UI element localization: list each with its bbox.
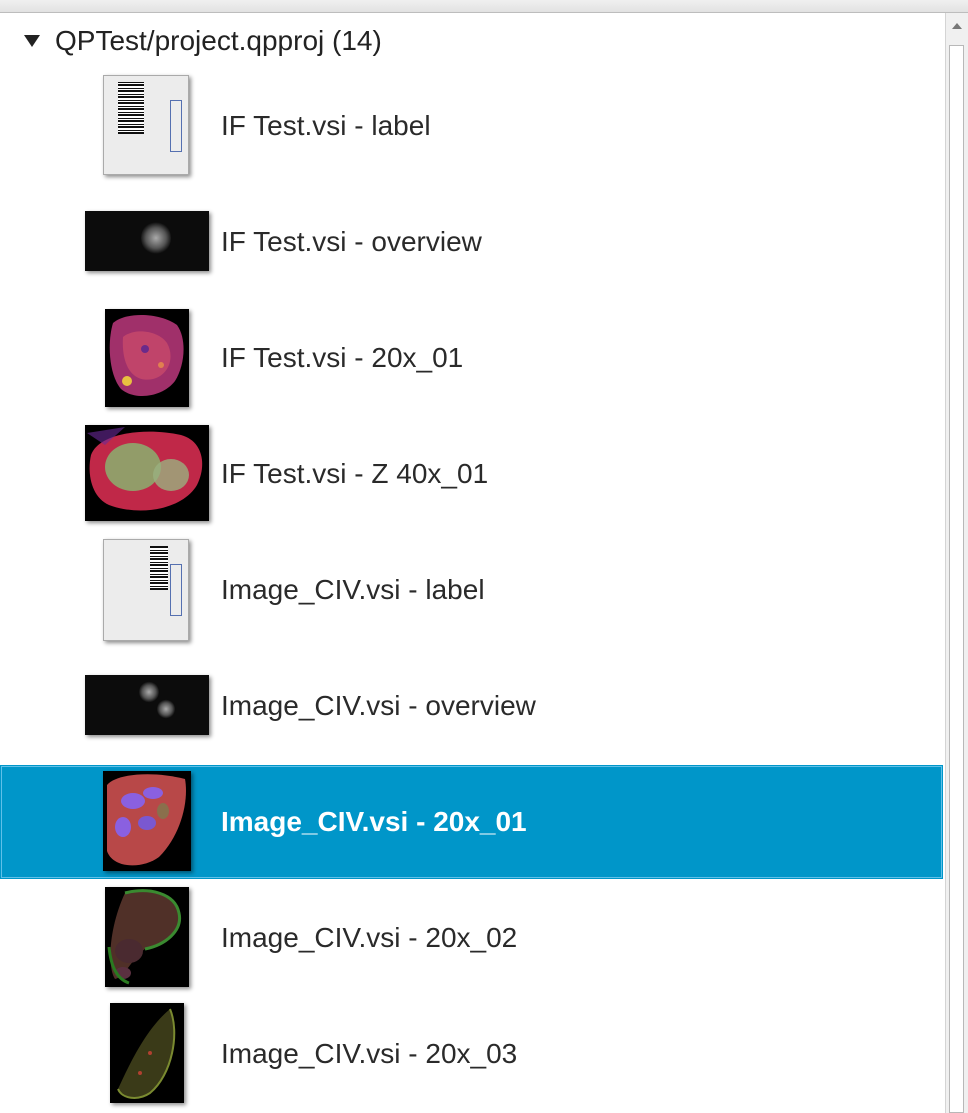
image-entry-label: Image_CIV.vsi - overview <box>221 690 536 721</box>
tree-root-row[interactable]: QPTest/project.qpproj (14) <box>0 13 945 71</box>
image-entry-label: IF Test.vsi - 20x_01 <box>221 342 464 373</box>
thumbnail <box>84 881 214 995</box>
thumbnail <box>84 533 214 647</box>
tissue-spot <box>141 221 171 255</box>
lot-stamp <box>170 100 182 152</box>
thumbnail <box>84 649 214 763</box>
image-entry-label: Image_CIV.vsi - 20x_03 <box>221 1038 518 1069</box>
thumbnail <box>84 997 214 1111</box>
overview-thumbnail <box>85 675 209 735</box>
barcode-icon <box>118 82 144 134</box>
lot-stamp <box>170 564 182 616</box>
scrollbar-thumb[interactable] <box>949 45 964 1113</box>
image-entry-selected[interactable]: Image_CIV.vsi - 20x_01 <box>0 765 943 879</box>
project-root-label: QPTest/project.qpproj (14) <box>55 25 382 56</box>
image-entry-label: Image_CIV.vsi - 20x_01 <box>221 806 527 837</box>
tissue-image <box>87 427 203 511</box>
tissue-spot <box>157 699 175 719</box>
tissue-image <box>109 314 184 396</box>
tissue-thumbnail <box>110 1003 184 1103</box>
thumbnail <box>84 301 214 415</box>
image-entry-label: IF Test.vsi - label <box>221 110 431 141</box>
image-entry[interactable]: IF Test.vsi - label <box>0 69 943 183</box>
image-entry-label: IF Test.vsi - Z 40x_01 <box>221 458 489 489</box>
tissue-thumbnail <box>105 887 189 987</box>
thumbnail <box>84 417 214 531</box>
scroll-up-arrow-icon[interactable] <box>952 23 962 29</box>
image-entry[interactable]: Image_CIV.vsi - 20x_03 <box>0 997 943 1111</box>
project-tree[interactable]: QPTest/project.qpproj (14) IF Test.vsi -… <box>0 13 945 1113</box>
tissue-spot <box>139 681 159 703</box>
thumbnail <box>84 185 214 299</box>
overview-thumbnail <box>85 211 209 271</box>
triangle-down-icon[interactable] <box>24 35 40 47</box>
tissue-image <box>117 1008 176 1099</box>
image-entry-label: IF Test.vsi - overview <box>221 226 482 257</box>
image-entry[interactable]: IF Test.vsi - 20x_01 <box>0 301 943 415</box>
label-slide-thumbnail <box>103 75 189 175</box>
thumbnail <box>84 765 214 879</box>
tissue-thumbnail <box>85 425 209 521</box>
vertical-scrollbar[interactable] <box>945 13 968 1113</box>
image-entry[interactable]: IF Test.vsi - Z 40x_01 <box>0 417 943 531</box>
thumbnail <box>84 69 214 183</box>
tissue-image <box>107 774 186 866</box>
label-slide-thumbnail <box>103 539 189 641</box>
image-entry[interactable]: Image_CIV.vsi - 20x_02 <box>0 881 943 995</box>
image-entry-label: Image_CIV.vsi - 20x_02 <box>221 922 518 953</box>
tissue-thumbnail <box>105 309 189 407</box>
tissue-thumbnail <box>103 771 191 871</box>
image-entry-label: Image_CIV.vsi - label <box>221 574 485 605</box>
image-entry[interactable]: Image_CIV.vsi - label <box>0 533 943 647</box>
image-entry[interactable]: IF Test.vsi - overview <box>0 185 943 299</box>
image-entry[interactable]: Image_CIV.vsi - overview <box>0 649 943 763</box>
pane-top-edge <box>0 0 968 13</box>
tissue-image <box>107 889 182 985</box>
barcode-icon <box>150 546 168 590</box>
